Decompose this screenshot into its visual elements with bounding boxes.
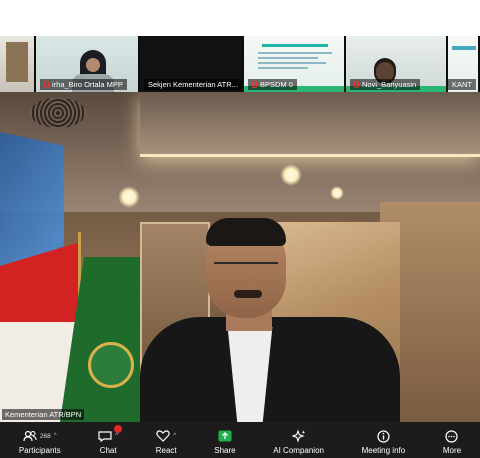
more-label: More: [442, 446, 462, 455]
more-icon: [445, 429, 459, 443]
slide-line: [258, 52, 332, 54]
speaker-mustache: [234, 290, 262, 298]
ai-companion-label: AI Companion: [273, 446, 324, 455]
mic-muted-icon: [354, 81, 359, 88]
react-button[interactable]: ^ React: [156, 428, 177, 455]
participant-name-2: irha_Biro Ortala MPP: [40, 79, 127, 90]
participant-name-4: BPSDM 0: [248, 79, 297, 90]
top-white-strip: [0, 0, 480, 36]
ai-companion-button[interactable]: AI Companion: [273, 428, 324, 455]
participant-thumbnails: irha_Biro Ortala MPP Sekjen Kementerian …: [0, 36, 480, 92]
participants-icon: [23, 430, 37, 442]
participant-name-6: KANT: [448, 79, 477, 90]
react-label: React: [155, 446, 177, 455]
chat-notification-badge: [114, 425, 123, 433]
participant-tile-2[interactable]: irha_Biro Ortala MPP: [36, 36, 140, 92]
chevron-up-icon[interactable]: ^: [115, 433, 118, 439]
participant-name-text: KANT: [452, 80, 473, 89]
chat-label: Chat: [99, 446, 117, 455]
participant-name-text: irha_Biro Ortala MPP: [52, 80, 123, 89]
participants-count: 268: [39, 432, 51, 440]
heart-icon: [156, 430, 170, 442]
speaker-glasses: [214, 262, 278, 276]
participant-tile-4[interactable]: BPSDM 0: [244, 36, 346, 92]
main-video: Kementerian ATR/BPN: [0, 92, 480, 422]
share-screen-icon: [218, 430, 232, 442]
meeting-info-label: Meeting info: [361, 446, 406, 455]
participants-button[interactable]: 268 ^ Participants: [19, 428, 61, 455]
ceiling-panel: [140, 92, 480, 157]
participants-label: Participants: [18, 446, 61, 455]
slide-line: [258, 57, 318, 59]
ceiling-light: [118, 186, 140, 208]
chat-icon: [98, 431, 112, 442]
ceiling-vent: [30, 98, 86, 128]
share-label: Share: [214, 446, 236, 455]
slide-line: [258, 67, 308, 69]
participant-tile-3[interactable]: Sekjen Kementerian ATR...: [140, 36, 244, 92]
participant-name-text: Sekjen Kementerian ATR...: [148, 80, 238, 89]
sparkle-icon: [291, 429, 305, 443]
meeting-info-button[interactable]: Meeting info: [361, 428, 406, 455]
main-video-name-label: Kementerian ATR/BPN: [2, 409, 85, 420]
slide-line: [258, 62, 326, 64]
ceiling-light: [330, 186, 344, 200]
participant-tile-5[interactable]: Novi_Banyuasin: [346, 36, 448, 92]
participant-name-text: BPSDM 0: [260, 80, 293, 89]
participant-name-text: Novi_Banyuasin: [362, 80, 417, 89]
slide-header: [262, 44, 328, 47]
chevron-up-icon[interactable]: ^: [173, 433, 176, 439]
participant-name-5: Novi_Banyuasin: [350, 79, 421, 90]
chevron-up-icon[interactable]: ^: [54, 433, 57, 439]
participant-name-3: Sekjen Kementerian ATR...: [144, 79, 242, 90]
participant-tile-1[interactable]: [0, 36, 36, 92]
ceiling-light: [280, 164, 302, 186]
speaker-hair: [206, 218, 286, 246]
more-button[interactable]: More: [443, 428, 461, 455]
participant-tile-6[interactable]: KANT: [448, 36, 480, 92]
meeting-toolbar: 268 ^ Participants ^ Chat ^ React Share …: [0, 422, 480, 458]
mic-muted-icon: [44, 81, 49, 88]
info-icon: [377, 429, 390, 443]
chat-button[interactable]: ^ Chat: [98, 425, 123, 455]
share-button[interactable]: Share: [214, 428, 236, 455]
mic-muted-icon: [252, 81, 257, 88]
ministry-emblem: [88, 342, 134, 388]
